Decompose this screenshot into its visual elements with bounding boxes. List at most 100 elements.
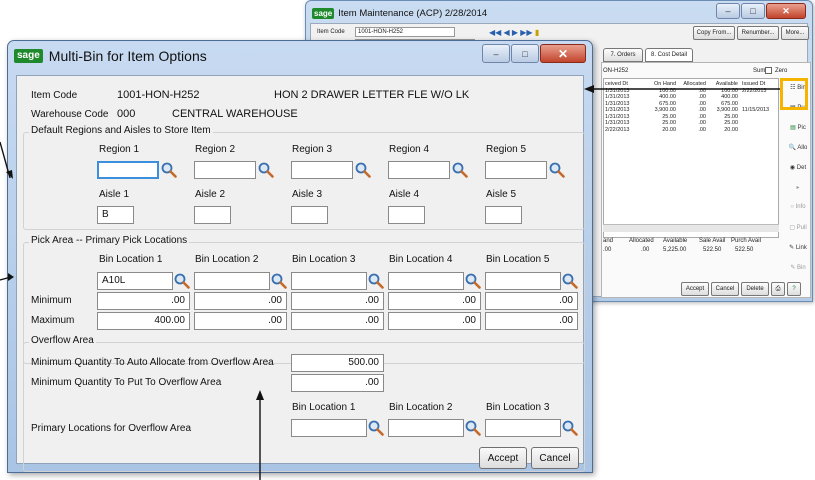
totals-value-0: .00: [603, 247, 612, 253]
region-1-input[interactable]: [97, 161, 159, 179]
region-3-lookup-icon[interactable]: [355, 162, 371, 178]
bg-accept-button[interactable]: Accept: [681, 282, 709, 296]
totals-value-3: 522.50: [703, 247, 722, 253]
region-4-lookup-icon[interactable]: [452, 162, 468, 178]
bin-3-input[interactable]: [291, 272, 367, 290]
info-button[interactable]: ○ Info: [790, 204, 805, 224]
minimum-1-input[interactable]: .00: [97, 292, 190, 310]
sum-checkbox[interactable]: [765, 67, 772, 74]
region-1-lookup-icon[interactable]: [161, 162, 177, 178]
minimum-5-input[interactable]: .00: [485, 292, 578, 310]
maximum-1-input[interactable]: 400.00: [97, 312, 190, 330]
overflow-bin-2-lookup-icon[interactable]: [465, 420, 481, 436]
totals-value-4: 522.50: [735, 247, 754, 253]
region-5-lookup-icon[interactable]: [549, 162, 565, 178]
region-3-label: Region 3: [292, 144, 333, 155]
warehouse-label: Warehouse Code: [31, 109, 109, 120]
maximum-4-input[interactable]: .00: [388, 312, 481, 330]
minimum-2-input[interactable]: .00: [194, 292, 287, 310]
bin-4-input[interactable]: [388, 272, 464, 290]
tier-grid[interactable]: ceived Dt 1/31/2013 1/31/2013 1/31/2013 1/31…: [603, 78, 779, 238]
det-button[interactable]: ◉ Det: [790, 164, 806, 184]
renumber-button[interactable]: Renumber...: [737, 26, 779, 40]
close-icon[interactable]: ✕: [766, 3, 806, 19]
bin-1-lookup-icon[interactable]: [174, 273, 190, 289]
overflow-bin-1-lookup-icon[interactable]: [368, 420, 384, 436]
totals-header-0: and: [603, 238, 614, 244]
minimize-icon[interactable]: –: [482, 44, 510, 63]
region-5-input[interactable]: [485, 161, 547, 179]
bin-5-lookup-icon[interactable]: [562, 273, 578, 289]
allo-button[interactable]: 🔍 Allo: [789, 144, 808, 164]
totals-header-2: Available: [663, 238, 688, 244]
bin-3-lookup-icon[interactable]: [368, 273, 384, 289]
minimize-icon[interactable]: –: [716, 3, 740, 19]
item-code-label: Item Code: [31, 90, 78, 101]
overflow-bin-3-label: Bin Location 3: [486, 402, 550, 413]
dialog-body: Item Code 1001-HON-H252 HON 2 DRAWER LET…: [16, 75, 585, 472]
minimum-3-input[interactable]: .00: [291, 292, 384, 310]
close-icon[interactable]: ✕: [540, 44, 586, 63]
aisle-3-input[interactable]: [291, 206, 328, 224]
bg-cancel-button[interactable]: Cancel: [711, 282, 739, 296]
region-4-input[interactable]: [388, 161, 450, 179]
bg-item-code-label: Item Code: [317, 29, 345, 35]
nav-icon[interactable]: ▸: [796, 184, 799, 204]
copy-from-button[interactable]: Copy From...: [693, 26, 735, 40]
overflow-bin-3-input[interactable]: [485, 419, 561, 437]
maximum-3-input[interactable]: .00: [291, 312, 384, 330]
tab-cost-detail[interactable]: 8. Cost Detail: [645, 48, 693, 62]
print-icon[interactable]: ⎙: [771, 282, 785, 296]
overflow-group-title: Overflow Area: [29, 335, 96, 346]
min-put-overflow-input[interactable]: .00: [291, 374, 384, 392]
bg-delete-button[interactable]: Delete: [741, 282, 769, 296]
maximum-2-input[interactable]: .00: [194, 312, 287, 330]
aisle-2-input[interactable]: [194, 206, 231, 224]
sage-logo-icon: sage: [14, 49, 43, 63]
pic-button[interactable]: ▤ Pic: [790, 124, 806, 144]
overflow-bin-3-lookup-icon[interactable]: [562, 420, 578, 436]
bin2-button[interactable]: ✎ Bin: [790, 264, 805, 284]
link-button[interactable]: ✎ Link: [789, 244, 807, 264]
item-short-code: ON-H252: [603, 68, 629, 74]
region-3-input[interactable]: [291, 161, 353, 179]
maximum-5-input[interactable]: .00: [485, 312, 578, 330]
tab-orders[interactable]: 7. Orders: [603, 48, 643, 62]
region-5-label: Region 5: [486, 144, 527, 155]
region-2-input[interactable]: [194, 161, 256, 179]
region-2-lookup-icon[interactable]: [258, 162, 274, 178]
aisle-5-input[interactable]: [485, 206, 522, 224]
bin-1-label: Bin Location 1: [99, 254, 163, 265]
minimum-label: Minimum: [31, 295, 72, 306]
bin-2-input[interactable]: [194, 272, 270, 290]
bin-5-input[interactable]: [485, 272, 561, 290]
bin-button-highlight: [780, 78, 808, 110]
minimum-4-input[interactable]: .00: [388, 292, 481, 310]
bin-4-lookup-icon[interactable]: [465, 273, 481, 289]
warehouse-code: 000: [117, 108, 136, 120]
grid-scrollbar[interactable]: [603, 224, 779, 232]
overflow-bin-2-input[interactable]: [388, 419, 464, 437]
totals-header-1: Allocated: [629, 238, 654, 244]
zero-label: Zero: [775, 68, 788, 74]
bin-2-label: Bin Location 2: [195, 254, 259, 265]
maximize-icon[interactable]: □: [741, 3, 765, 19]
maximize-icon[interactable]: □: [511, 44, 539, 63]
min-auto-allocate-input[interactable]: 500.00: [291, 354, 384, 372]
record-nav-icon[interactable]: ◀◀ ◀ ▶ ▶▶ ▮: [489, 28, 539, 37]
more-button[interactable]: More...: [781, 26, 809, 40]
bin-1-input[interactable]: A10L: [97, 272, 173, 290]
pull-button[interactable]: ▢ Pull: [789, 224, 806, 244]
region-1-label: Region 1: [99, 144, 140, 155]
annotation-arrow-overflow: [256, 390, 264, 480]
aisle-1-input[interactable]: B: [97, 206, 134, 224]
help-icon[interactable]: ?: [787, 282, 801, 296]
annotation-arrow-bin: [584, 85, 780, 93]
cancel-button[interactable]: Cancel: [531, 447, 579, 469]
bin-2-lookup-icon[interactable]: [271, 273, 287, 289]
multi-bin-dialog: sage Multi-Bin for Item Options – □ ✕ It…: [7, 40, 593, 473]
bg-item-code-input[interactable]: 1001-HON-H252: [355, 27, 455, 37]
accept-button[interactable]: Accept: [479, 447, 527, 469]
aisle-4-input[interactable]: [388, 206, 425, 224]
overflow-bin-1-input[interactable]: [291, 419, 367, 437]
